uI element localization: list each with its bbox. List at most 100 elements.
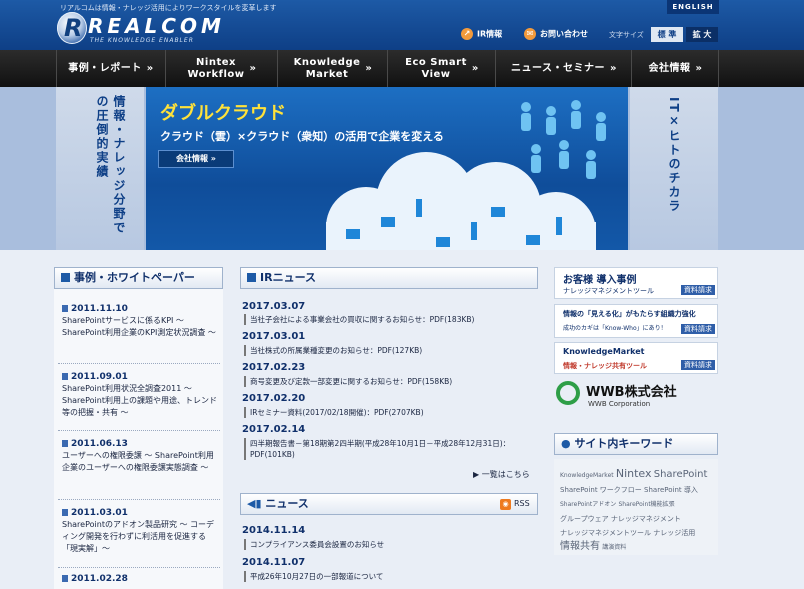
people-icon bbox=[521, 100, 606, 179]
keyword-link[interactable]: 情報共有 bbox=[560, 541, 600, 552]
divider bbox=[58, 363, 220, 364]
rss-label: RSS bbox=[514, 499, 530, 508]
case-studies-column: 事例・ホワイトペーパー 2011.11.10 SharePointサービスに係る… bbox=[54, 267, 223, 589]
keyword-link[interactable]: グループウェア bbox=[560, 515, 609, 523]
ir-link[interactable]: ↗ IR情報 bbox=[461, 28, 502, 40]
keyword-link[interactable]: ナレッジマネジメント bbox=[611, 515, 681, 523]
chevron-right-icon: » bbox=[146, 62, 154, 74]
keyword-link[interactable]: 講演資料 bbox=[602, 544, 626, 551]
heading-bullet-icon bbox=[61, 273, 70, 282]
case-text[interactable]: SharePoint利用状況全調査2011 ～ SharePoint利用上の課題… bbox=[62, 383, 218, 419]
case-date: 2011.02.28 bbox=[62, 573, 218, 585]
news-date: 2014.11.14 bbox=[242, 525, 306, 536]
realcom-logo[interactable]: R REALCOM THE KNOWLEDGE ENABLER bbox=[57, 12, 257, 46]
contact-link-label: お問い合わせ bbox=[540, 29, 588, 39]
hero-banner[interactable]: ダブルクラウド クラウド（雲）×クラウド（衆知）の活用で企業を変える 会社情報 … bbox=[146, 87, 628, 250]
company-info-button[interactable]: 会社情報 » bbox=[158, 150, 234, 168]
news-link-item[interactable]: 平成26年10月27日の一部報道について bbox=[244, 571, 534, 582]
visualization-banner[interactable]: 情報の「見える化」がもたらす組織力強化 成功のカギは「Know-Who」にあり！… bbox=[554, 304, 718, 338]
keyword-link[interactable]: SharePoint ワークフロー bbox=[560, 486, 642, 494]
nav-item-label: Nintex Workflow bbox=[187, 56, 245, 80]
divider bbox=[58, 499, 220, 500]
keyword-link[interactable]: ナレッジマネジメントツール bbox=[560, 529, 651, 537]
ir-more-label: 一覧はこちら bbox=[481, 470, 530, 479]
nav-item-nintex-workflow[interactable]: Nintex Workflow » bbox=[167, 50, 278, 87]
case-studies-heading-text: 事例・ホワイトペーパー bbox=[74, 271, 195, 284]
promo-subtitle: 成功のカギは「Know-Who」にあり！ bbox=[563, 325, 667, 332]
case-text[interactable]: SharePointサービスに係るKPI ～ SharePoint利用企業のKP… bbox=[62, 315, 218, 339]
chart-icon: ↗ bbox=[461, 28, 473, 40]
case-studies-heading: 事例・ホワイトペーパー bbox=[54, 267, 223, 289]
chevron-right-icon: » bbox=[695, 62, 703, 74]
wwb-subtitle: WWB Corporation bbox=[588, 400, 651, 408]
keyword-link[interactable]: SharePoint 導入 bbox=[644, 486, 698, 494]
news-heading: ◀▮ ニュース bbox=[240, 493, 538, 515]
ir-date: 2017.02.20 bbox=[242, 393, 306, 404]
case-date: 2011.09.01 bbox=[62, 371, 218, 383]
chevron-right-icon: » bbox=[610, 62, 617, 74]
ir-link-item[interactable]: 四半期報告書－第18期第2四半期(平成28年10月1日－平成28年12月31日)… bbox=[244, 438, 534, 460]
promo-title: 情報の「見える化」がもたらす組織力強化 bbox=[563, 310, 696, 318]
nav-item-news-seminar[interactable]: ニュース・セミナー » bbox=[497, 50, 632, 87]
font-size-standard-button[interactable]: 標 準 bbox=[651, 27, 683, 42]
hero-right-text: IT×ヒトのチカラ bbox=[667, 97, 681, 214]
contact-link[interactable]: ✉ お問い合わせ bbox=[524, 28, 588, 40]
news-link-item[interactable]: コンプライアンス委員会設置のお知らせ bbox=[244, 539, 534, 550]
keyword-link[interactable]: ナレッジ活用 bbox=[653, 529, 695, 537]
hero-right-panel: IT×ヒトのチカラ bbox=[630, 87, 718, 250]
ir-link-item[interactable]: 当社子会社による事業会社の買収に関するお知らせ：PDF(183KB) bbox=[244, 314, 534, 325]
keyword-link[interactable]: KnowledgeMarket bbox=[560, 472, 614, 479]
case-text[interactable]: ユーザーへの権限委譲 ～ SharePoint利用企業のユーザーへの権限委譲実態… bbox=[62, 450, 218, 474]
list-item[interactable]: 2011.02.28 bbox=[62, 573, 218, 585]
mail-icon: ✉ bbox=[524, 28, 536, 40]
ir-date: 2017.02.14 bbox=[242, 424, 306, 435]
nav-item-eco-smart-view[interactable]: Eco Smart View » bbox=[389, 50, 496, 87]
logo-mark-icon: R bbox=[57, 12, 87, 44]
chevron-right-icon: » bbox=[249, 62, 257, 74]
ir-more-link[interactable]: ▶ 一覧はこちら bbox=[473, 469, 530, 480]
ir-date: 2017.02.23 bbox=[242, 362, 306, 373]
keyword-cloud: KnowledgeMarket Nintex SharePoint ShareP… bbox=[554, 459, 718, 555]
sidebar-right: お客様 導入事例 ナレッジマネジメントツール 資料請求 情報の「見える化」がもた… bbox=[554, 267, 720, 589]
wwb-logo-link[interactable]: WWB株式会社 WWB Corporation bbox=[554, 379, 718, 411]
nav-item-company-info[interactable]: 会社情報 » bbox=[633, 50, 719, 87]
ir-link-label: IR情報 bbox=[477, 29, 503, 39]
news-date: 2014.11.07 bbox=[242, 557, 306, 568]
global-nav: 事例・レポート » Nintex Workflow » Knowledge Mark… bbox=[0, 50, 804, 87]
chevron-right-icon: » bbox=[365, 62, 373, 74]
case-date: 2011.11.10 bbox=[62, 303, 218, 315]
list-item[interactable]: 2011.09.01 SharePoint利用状況全調査2011 ～ Share… bbox=[62, 371, 218, 419]
keyword-heading: ● サイト内キーワード bbox=[554, 433, 718, 455]
divider bbox=[58, 567, 220, 568]
case-date: 2011.03.01 bbox=[62, 507, 218, 519]
list-item[interactable]: 2011.11.10 SharePointサービスに係るKPI ～ ShareP… bbox=[62, 303, 218, 339]
case-study-banner[interactable]: お客様 導入事例 ナレッジマネジメントツール 資料請求 bbox=[554, 267, 718, 299]
speech-bubble-icon: ● bbox=[561, 437, 575, 450]
megaphone-icon: ◀▮ bbox=[247, 497, 266, 510]
logo-wordmark: REALCOM bbox=[88, 14, 225, 38]
promo-title: お客様 導入事例 bbox=[563, 275, 637, 286]
keyword-link[interactable]: Nintex bbox=[616, 467, 652, 480]
ir-link-item[interactable]: 当社株式の所属業種変更のお知らせ：PDF(127KB) bbox=[244, 345, 534, 356]
list-item[interactable]: 2011.06.13 ユーザーへの権限委譲 ～ SharePoint利用企業のユ… bbox=[62, 438, 218, 474]
keyword-link[interactable]: SharePoint bbox=[654, 469, 708, 480]
case-text[interactable]: SharePointのアドオン製品研究 ～ コーディング開発を行わずに利活用を促… bbox=[62, 519, 218, 555]
keyword-link[interactable]: SharePoint機能拡張 bbox=[618, 501, 674, 508]
keyword-link[interactable]: SharePointアドオン bbox=[560, 501, 616, 508]
banner-title: ダブルクラウド bbox=[160, 103, 286, 124]
list-item[interactable]: 2011.03.01 SharePointのアドオン製品研究 ～ コーディング開… bbox=[62, 507, 218, 555]
nav-item-case-reports[interactable]: 事例・レポート » bbox=[56, 50, 166, 87]
nav-item-label: 事例・レポート bbox=[68, 62, 142, 74]
ir-link-item[interactable]: IRセミナー資料(2017/02/18開催)：PDF(2707KB) bbox=[244, 407, 534, 418]
hero-area: 情報・ナレッジ分野での圧倒的実績 ダブルクラウド クラウド（雲）×クラウド（衆知… bbox=[0, 87, 804, 250]
english-link[interactable]: ENGLISH bbox=[667, 0, 719, 14]
logo-subtitle: THE KNOWLEDGE ENABLER bbox=[90, 37, 194, 44]
rss-link[interactable]: ◉ RSS bbox=[500, 499, 530, 510]
ir-link-item[interactable]: 商号変更及び定款一部変更に関するお知らせ：PDF(158KB) bbox=[244, 376, 534, 387]
case-date: 2011.06.13 bbox=[62, 438, 218, 450]
nav-item-knowledge-market[interactable]: Knowledge Market » bbox=[279, 50, 388, 87]
promo-subtitle: 情報・ナレッジ共有ツール bbox=[563, 362, 647, 370]
knowledgemarket-banner[interactable]: KnowledgeMarket 情報・ナレッジ共有ツール 資料請求 bbox=[554, 342, 718, 374]
divider bbox=[58, 430, 220, 431]
font-size-large-button[interactable]: 拡 大 bbox=[686, 27, 718, 42]
